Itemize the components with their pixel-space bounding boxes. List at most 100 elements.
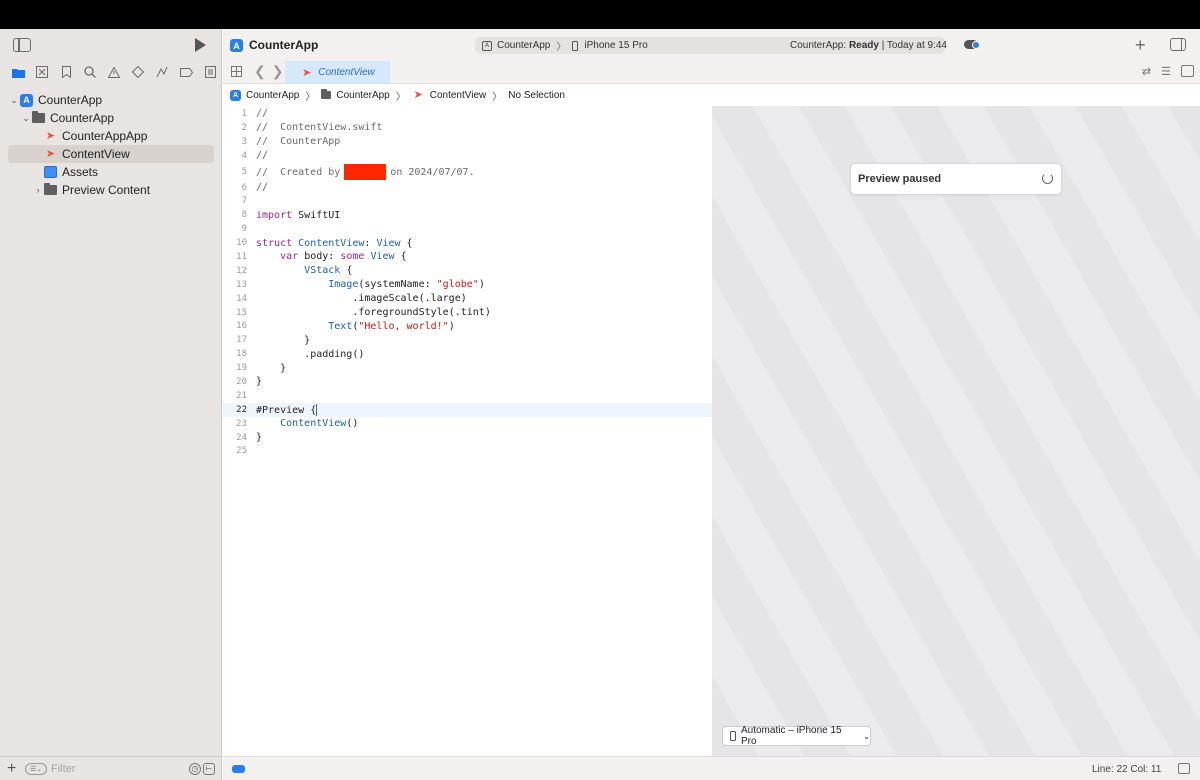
navigator-tabs [0,61,222,83]
editor-options-icon[interactable]: ☰ [1161,65,1171,78]
project-navigator-icon[interactable] [6,63,30,81]
test-navigator-icon[interactable] [126,63,150,81]
code-line[interactable]: 16 Text("Hello, world!") [223,319,712,333]
tree-item-group[interactable]: › Preview Content [0,181,222,199]
code-line[interactable]: 22 #Preview { [223,402,712,417]
find-navigator-icon[interactable] [78,63,102,81]
jump-group[interactable]: CounterApp [336,90,389,101]
line-number: 6 [241,182,247,193]
code-line[interactable]: 5 // Created by on 2024/07/07. [223,163,712,181]
hide-debug-area-icon[interactable] [1178,763,1190,774]
swap-arrows-icon[interactable]: ⇄ [1142,65,1151,78]
tree-item-label: CounterApp [50,111,115,125]
swift-file-icon: ➤ [45,130,56,142]
jump-file[interactable]: ContentView [430,90,487,101]
code-line[interactable]: 2 // ContentView.swift [223,121,712,135]
code-line[interactable]: 7 [223,194,712,208]
scheme-device[interactable]: iPhone 15 Pro [584,40,647,51]
iphone-icon [730,731,736,741]
chevron-down-icon[interactable]: ⌄ [20,113,32,124]
recent-files-icon[interactable]: ◷ [189,762,201,775]
code-line[interactable]: 15 .foregroundStyle(.tint) [223,306,712,320]
code-line[interactable]: 10 struct ContentView: View { [223,236,712,250]
code-line[interactable]: 21 [223,389,712,403]
code-line[interactable]: 6 // [223,181,712,195]
sidebar-toolbar [0,29,222,61]
tree-item-group[interactable]: ⌄ CounterApp [0,109,222,127]
tree-item-file[interactable]: ➤ CounterAppApp [0,127,222,145]
code-line[interactable]: 19 } [223,361,712,375]
debug-area-toggle-icon[interactable] [232,765,245,773]
tree-item-project[interactable]: ⌄ A CounterApp [0,91,222,109]
tab-contentview[interactable]: ➤ ContentView [285,61,390,84]
code-text: // [256,108,269,120]
code-line[interactable]: 18 .padding() [223,347,712,361]
line-number: 2 [241,122,247,133]
tree-item-assets[interactable]: Assets [0,163,222,181]
comment-text: on 2024/07/07. [390,166,475,178]
line-number: 10 [236,238,247,249]
code-line[interactable]: 8 import SwiftUI [223,208,712,222]
report-navigator-icon[interactable] [198,63,222,81]
source-control-navigator-icon[interactable] [30,63,54,81]
preview-paused-card[interactable]: Preview paused [850,163,1062,195]
code-line[interactable]: 9 [223,222,712,236]
code-line[interactable]: 1 // [223,107,712,121]
status-prefix: CounterApp: [790,40,849,51]
scheme-target[interactable]: CounterApp [497,40,550,51]
code-text: .foregroundStyle(.tint) [256,307,491,319]
comment-text: // Created by [256,166,341,178]
line-number: 22 [236,404,247,415]
debug-bar: Line: 22 Col: 11 [223,756,1200,780]
assets-icon [44,166,57,178]
code-line[interactable]: 3 // CounterApp [223,135,712,149]
code-line[interactable]: 14 .imageScale(.large) [223,292,712,306]
preview-device-button[interactable]: Automatic – iPhone 15 Pro ⌄ [722,725,871,747]
related-items-grid-icon[interactable] [231,66,242,77]
debug-navigator-icon[interactable] [150,63,174,81]
line-number: 14 [236,293,247,304]
run-button[interactable] [195,38,206,52]
jump-symbol[interactable]: No Selection [508,90,565,101]
library-add-button[interactable]: + [1135,35,1146,56]
code-line[interactable]: 4 // [223,149,712,163]
chevron-right-icon[interactable]: › [32,185,44,195]
chevron-down-icon[interactable]: ⌄ [8,95,20,106]
iphone-icon [572,40,579,51]
folder-icon [32,111,45,123]
chevron-right-icon: 〉 [395,91,406,103]
code-line[interactable]: 11 var body: some View { [223,250,712,264]
code-text: } [256,362,287,374]
code-line[interactable]: 12 VStack { [223,264,712,278]
bookmark-navigator-icon[interactable] [54,63,78,81]
code-line[interactable]: 13 Image(systemName: "globe") [223,278,712,292]
add-file-button[interactable]: + [7,760,21,778]
code-line[interactable]: 25 [223,444,712,458]
code-text: } [256,432,263,444]
tree-item-file-selected[interactable]: ➤ ContentView [8,145,214,163]
jump-project[interactable]: CounterApp [246,90,299,101]
line-number: 11 [236,251,247,262]
code-line[interactable]: 17 } [223,333,712,347]
sidebar-toggle-icon[interactable] [13,38,31,52]
code-line[interactable]: 23 ContentView() [223,417,712,431]
breakpoint-navigator-icon[interactable] [174,63,198,81]
code-text: var body: some View { [280,251,407,263]
system-top-bar [0,0,1200,29]
refresh-icon[interactable] [1042,173,1053,184]
code-line[interactable]: 24} [223,431,712,445]
filter-options-icon[interactable]: ☰⌄ [25,762,47,775]
source-control-filter-icon[interactable]: ⊢ [203,762,215,775]
add-editor-icon[interactable] [1181,65,1194,77]
issue-navigator-icon[interactable] [102,63,126,81]
status-state: Ready [848,40,879,51]
activity-status: CounterApp: Ready | Today at 9:44 [790,40,947,51]
app-icon: A [230,39,243,52]
swift-file-icon: ➤ [302,66,312,79]
code-line[interactable]: 20} [223,375,712,389]
filter-field[interactable]: ☰⌄ Filter [25,761,183,777]
inspector-toggle-icon[interactable] [1170,38,1186,51]
line-number: 5 [241,166,247,177]
source-editor[interactable]: 1 // 2 // ContentView.swift 3 // CounterApp 4 /… [223,106,712,756]
cloud-icon[interactable] [964,40,980,49]
